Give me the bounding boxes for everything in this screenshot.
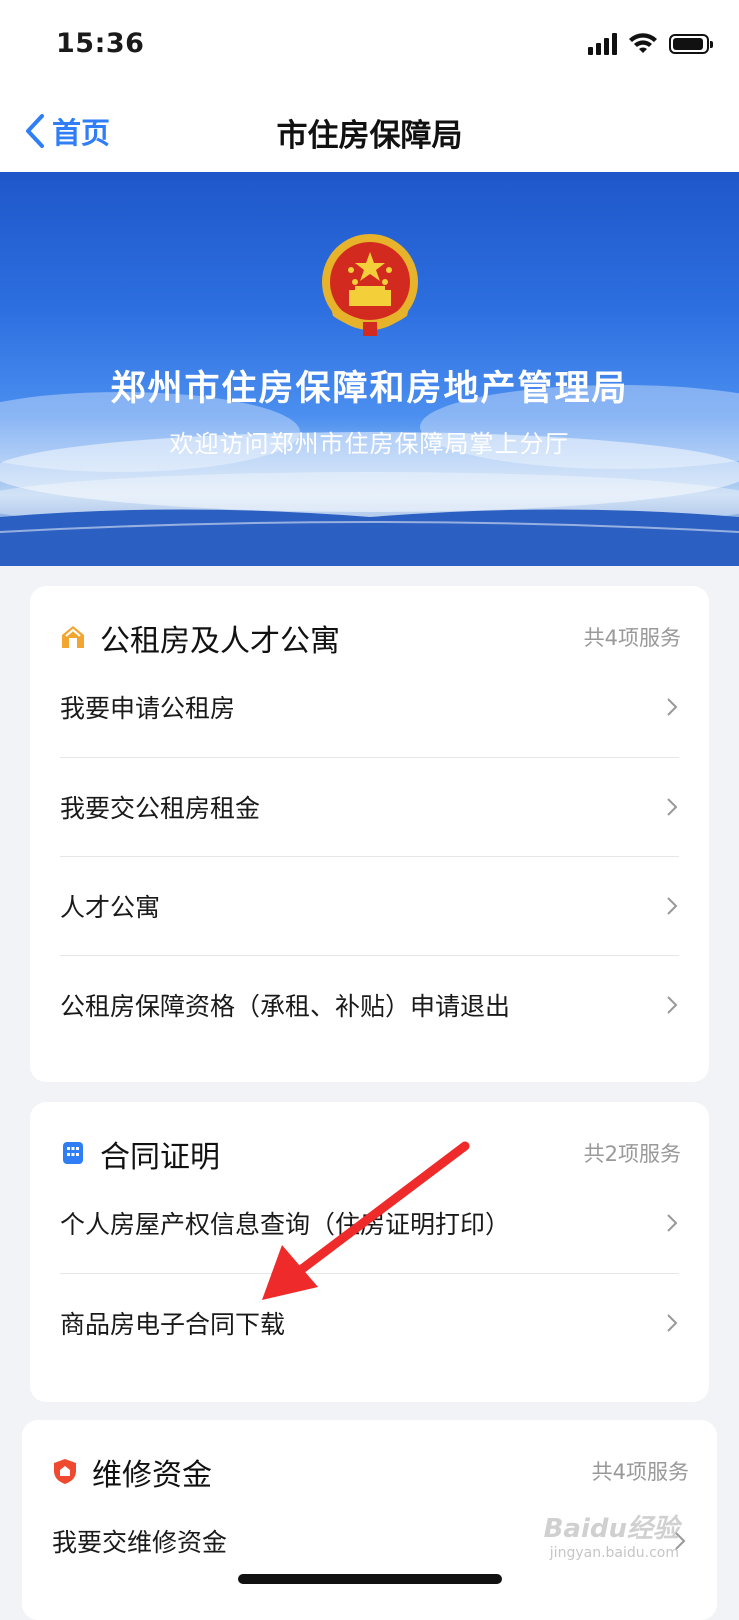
- watermark-logo: Baidu经验: [543, 1514, 679, 1544]
- service-count: 共4项服务: [591, 1460, 689, 1484]
- list-item-label: 个人房屋产权信息查询（住房证明打印）: [60, 1210, 511, 1239]
- battery-icon: [669, 34, 713, 54]
- page-title: 市住房保障局: [276, 118, 463, 154]
- banner-subtitle: 欢迎访问郑州市住房保障局掌上分厅: [169, 430, 570, 458]
- list-item[interactable]: 我要申请公租房: [60, 658, 679, 756]
- cellular-signal-icon: [588, 33, 617, 55]
- national-emblem-icon: [322, 234, 418, 336]
- list-item-label: 我要交维修资金: [52, 1528, 228, 1557]
- list-item-label: 我要交公租房租金: [60, 794, 261, 823]
- service-count: 共4项服务: [583, 626, 681, 650]
- section-public-rental-housing: 公租房及人才公寓 共4项服务 我要申请公租房 我要交公租房租金 人才公寓 公租房…: [30, 586, 709, 1082]
- section-title: 维修资金: [92, 1458, 212, 1493]
- home-indicator[interactable]: [238, 1574, 502, 1584]
- section-header: 合同证明 共2项服务: [60, 1132, 681, 1175]
- list-item[interactable]: 商品房电子合同下载: [60, 1274, 679, 1372]
- list-item[interactable]: 我要交公租房租金: [60, 758, 679, 856]
- status-icons: [588, 33, 713, 55]
- chevron-right-icon: [667, 897, 678, 915]
- status-time: 15:36: [56, 28, 145, 59]
- list-item-label: 公租房保障资格（承租、补贴）申请退出: [60, 992, 511, 1021]
- wifi-icon: [629, 33, 657, 53]
- nav-bar: 首页 市住房保障局: [0, 96, 739, 172]
- chevron-right-icon: [667, 996, 678, 1014]
- banner-title: 郑州市住房保障和房地产管理局: [110, 369, 629, 409]
- chevron-right-icon: [667, 1314, 678, 1332]
- section-header: 维修资金 共4项服务: [52, 1450, 689, 1493]
- chevron-right-icon: [667, 1214, 678, 1232]
- shield-icon: [54, 1459, 76, 1484]
- house-icon: [62, 626, 84, 648]
- list-item[interactable]: 公租房保障资格（承租、补贴）申请退出: [60, 956, 679, 1054]
- header-banner: 郑州市住房保障和房地产管理局 欢迎访问郑州市住房保障局掌上分厅: [0, 172, 739, 566]
- chevron-right-icon: [667, 798, 678, 816]
- section-header: 公租房及人才公寓 共4项服务: [60, 616, 681, 659]
- list-item[interactable]: 人才公寓: [60, 857, 679, 955]
- section-title: 公租房及人才公寓: [100, 624, 340, 659]
- list-item-label: 商品房电子合同下载: [60, 1310, 286, 1339]
- building-icon: [63, 1142, 83, 1164]
- list-item-label: 我要申请公租房: [60, 694, 236, 723]
- chevron-right-icon: [667, 698, 678, 716]
- service-count: 共2项服务: [583, 1142, 681, 1166]
- watermark-url: jingyan.baidu.com: [549, 1545, 679, 1561]
- section-contract-certificates: 合同证明 共2项服务 个人房屋产权信息查询（住房证明打印） 商品房电子合同下载: [30, 1102, 709, 1402]
- section-title: 合同证明: [100, 1140, 220, 1175]
- list-item[interactable]: 个人房屋产权信息查询（住房证明打印）: [60, 1174, 679, 1272]
- status-bar: 15:36: [0, 0, 739, 96]
- list-item-label: 人才公寓: [60, 893, 161, 922]
